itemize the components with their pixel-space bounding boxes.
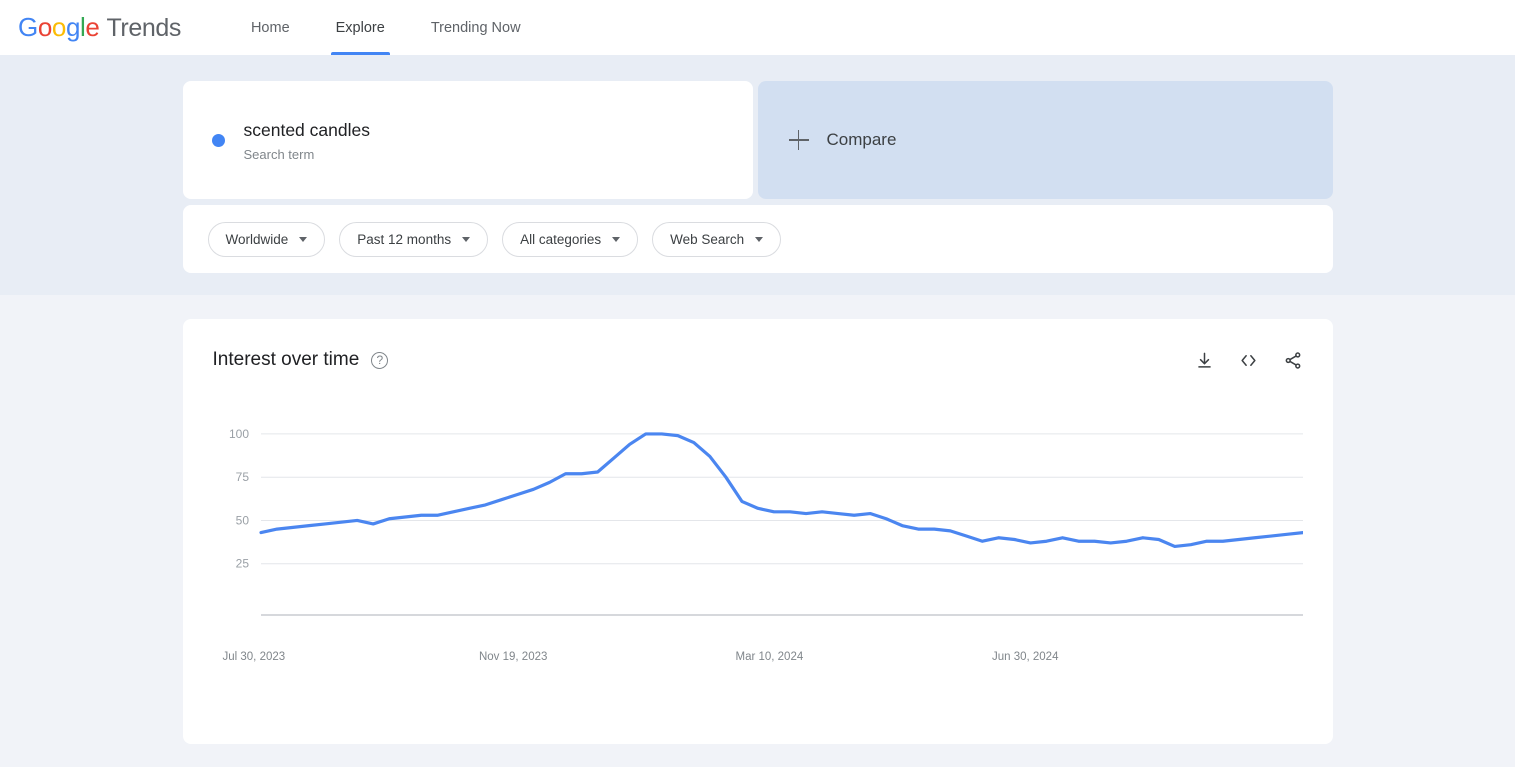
chart-x-axis-labels: Jul 30, 2023 Nov 19, 2023 Mar 10, 2024 Jun … [213, 651, 1303, 669]
chart-y-tick-label: 75 [235, 470, 249, 484]
plus-icon [788, 130, 809, 150]
location-filter-label: Worldwide [225, 231, 289, 247]
search-term-card[interactable]: scented candles Search term [182, 81, 753, 199]
chart-y-tick-label: 100 [228, 427, 248, 441]
help-circle-icon[interactable]: ? [371, 351, 389, 369]
nav-link-trending-now[interactable]: Trending Now [417, 0, 535, 55]
chart-series-line[interactable] [258, 432, 1303, 549]
category-filter-label: All categories [520, 231, 602, 247]
main-content: Interest over time ? 100 75 50 25 Jul 30… [0, 295, 1515, 744]
chart-y-tick-label: 25 [235, 557, 249, 571]
chart-actions [1195, 351, 1303, 370]
filter-bar: Worldwide Past 12 months All categories … [182, 205, 1333, 273]
time-range-filter[interactable]: Past 12 months [339, 221, 489, 257]
search-terms-row: scented candles Search term Compare [182, 81, 1333, 199]
nav-link-home[interactable]: Home [237, 0, 304, 55]
chart-x-tick-label: Mar 10, 2024 [735, 651, 804, 663]
top-navigation-bar: Google Trends Home Explore Trending Now [0, 0, 1515, 55]
chevron-down-icon [612, 236, 621, 242]
chart-x-tick-label: Jun 30, 2024 [991, 651, 1059, 663]
chart-plot-area: 100 75 50 25 Jul 30, 2023 Nov 19, 2023 Mar 10… [213, 419, 1303, 669]
compare-button[interactable]: Compare [757, 81, 1333, 199]
category-filter[interactable]: All categories [502, 221, 639, 257]
chevron-down-icon [299, 236, 308, 242]
series-color-dot-icon [211, 133, 225, 147]
share-icon[interactable] [1283, 351, 1303, 370]
search-type-filter-label: Web Search [670, 231, 745, 247]
google-wordmark: Google [18, 12, 100, 42]
search-term-title: scented candles [243, 119, 370, 140]
code-embed-icon[interactable] [1238, 351, 1259, 370]
chevron-down-icon [462, 236, 471, 242]
trends-wordmark: Trends [106, 14, 181, 42]
compare-label: Compare [826, 130, 897, 149]
main-nav-links: Home Explore Trending Now [237, 0, 553, 55]
chart-x-tick-label: Jul 30, 2023 [222, 651, 286, 663]
download-icon[interactable] [1195, 351, 1214, 370]
chevron-down-icon [755, 236, 764, 242]
chart-x-tick-label: Nov 19, 2023 [478, 651, 548, 663]
search-term-subtitle: Search term [243, 146, 315, 162]
query-band: scented candles Search term Compare Worl… [0, 55, 1515, 295]
interest-over-time-card: Interest over time ? 100 75 50 25 Jul 30… [182, 319, 1333, 744]
google-trends-logo[interactable]: Google Trends [18, 12, 181, 43]
chart-title: Interest over time [212, 349, 360, 370]
interest-over-time-chart[interactable]: 100 75 50 25 [213, 419, 1303, 649]
search-type-filter[interactable]: Web Search [652, 221, 782, 257]
chart-y-tick-label: 50 [235, 513, 249, 527]
time-range-filter-label: Past 12 months [357, 231, 452, 247]
location-filter[interactable]: Worldwide [207, 221, 326, 257]
nav-link-explore[interactable]: Explore [322, 0, 399, 55]
chart-header: Interest over time ? [213, 349, 1303, 371]
